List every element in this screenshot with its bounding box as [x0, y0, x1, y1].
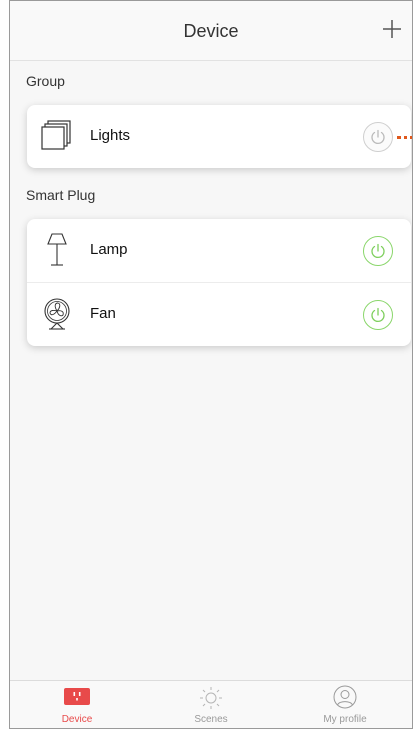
device-name: Fan	[90, 305, 116, 322]
page-title: Device	[183, 21, 239, 41]
tab-bar: Device Scenes My profile	[10, 680, 412, 728]
device-name: Lights	[90, 127, 131, 144]
group-card: Lights	[27, 105, 411, 168]
smart-plug-section-label: Smart Plug	[26, 187, 96, 203]
tab-label: Scenes	[194, 714, 228, 725]
floor-lamp-icon	[47, 233, 67, 266]
power-toggle-fan[interactable]	[363, 300, 393, 330]
power-toggle-lights[interactable]	[363, 122, 393, 152]
fan-icon	[44, 298, 70, 330]
sun-icon	[200, 687, 222, 709]
stack-squares-icon	[41, 120, 71, 150]
plug-icon	[64, 688, 90, 705]
tab-label: My profile	[323, 714, 367, 725]
tab-device[interactable]: Device	[10, 681, 144, 728]
group-section-label: Group	[26, 73, 65, 89]
device-name: Lamp	[90, 241, 128, 258]
plus-icon[interactable]	[378, 15, 406, 43]
smart-plug-card: Lamp Fan	[27, 219, 411, 346]
power-icon	[371, 243, 385, 258]
annotation-dotted-line	[397, 136, 412, 139]
power-icon	[371, 129, 385, 144]
header-bar: Device	[10, 1, 412, 61]
list-item-fan[interactable]: Fan	[27, 282, 411, 346]
tab-label: Device	[61, 714, 93, 725]
list-item-lamp[interactable]: Lamp	[27, 219, 411, 282]
list-item-lights[interactable]: Lights	[27, 105, 411, 168]
tab-scenes[interactable]: Scenes	[144, 681, 278, 728]
profile-icon	[333, 685, 357, 709]
tab-my-profile[interactable]: My profile	[278, 681, 412, 728]
power-toggle-lamp[interactable]	[363, 236, 393, 266]
power-icon	[371, 307, 385, 322]
phone-screen: Device Group Lights Smart Plug Lamp Fan …	[9, 0, 413, 729]
